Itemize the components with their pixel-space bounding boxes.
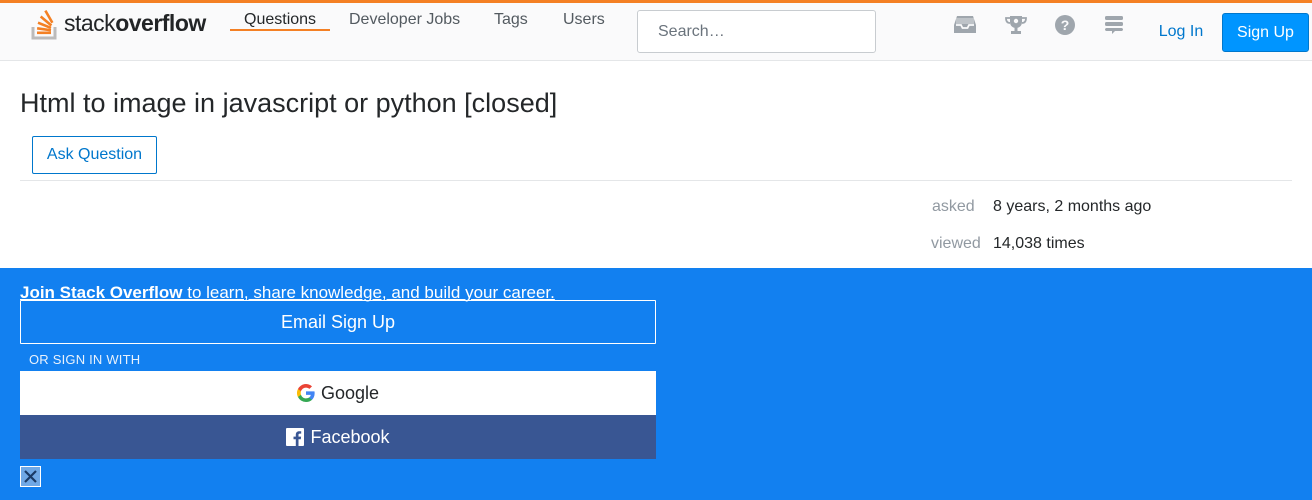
or-sign-in-with-label: OR SIGN IN WITH [29, 352, 141, 367]
ask-question-button[interactable]: Ask Question [32, 136, 157, 174]
nav-developer-jobs[interactable]: Developer Jobs [349, 11, 460, 29]
facebook-icon [286, 428, 305, 446]
facebook-sign-in-button[interactable]: Facebook [20, 415, 656, 459]
top-bar: stackoverflow Questions Developer Jobs T… [0, 0, 1312, 61]
log-in-link[interactable]: Log In [1146, 14, 1216, 50]
google-icon [296, 384, 315, 402]
close-icon [24, 470, 37, 483]
nav-users[interactable]: Users [563, 11, 605, 29]
nav-active-underline [230, 29, 330, 31]
inbox-icon[interactable] [952, 12, 978, 38]
search-input[interactable] [637, 10, 876, 53]
google-label: Google [320, 382, 380, 403]
logo-text: stackoverflow [64, 10, 206, 37]
sign-up-button[interactable]: Sign Up [1222, 13, 1309, 52]
nav-questions[interactable]: Questions [244, 11, 316, 29]
header-divider [20, 180, 1292, 181]
help-icon[interactable]: ? [1052, 12, 1078, 38]
google-sign-in-button[interactable]: Google [20, 371, 656, 415]
nav-tags[interactable]: Tags [494, 11, 528, 29]
stack-overflow-logo-icon [31, 10, 57, 40]
viewed-value: 14,038 times [993, 235, 1085, 252]
site-switcher-icon[interactable] [1101, 12, 1127, 38]
achievements-icon[interactable] [1003, 12, 1029, 38]
asked-value: 8 years, 2 months ago [993, 198, 1152, 215]
asked-label: asked [932, 198, 975, 215]
viewed-label: viewed [931, 235, 981, 252]
email-sign-up-button[interactable]: Email Sign Up [20, 300, 656, 344]
logo-text-light: stack [64, 9, 116, 36]
join-banner: Join Stack Overflow to learn, share know… [0, 268, 1312, 500]
svg-text:?: ? [1061, 17, 1070, 33]
question-title[interactable]: Html to image in javascript or python [c… [20, 88, 557, 119]
logo-text-bold: overflow [115, 9, 206, 36]
stack-overflow-logo[interactable]: stackoverflow [30, 5, 206, 41]
facebook-label: Facebook [310, 426, 390, 447]
close-banner-button[interactable] [20, 466, 41, 487]
